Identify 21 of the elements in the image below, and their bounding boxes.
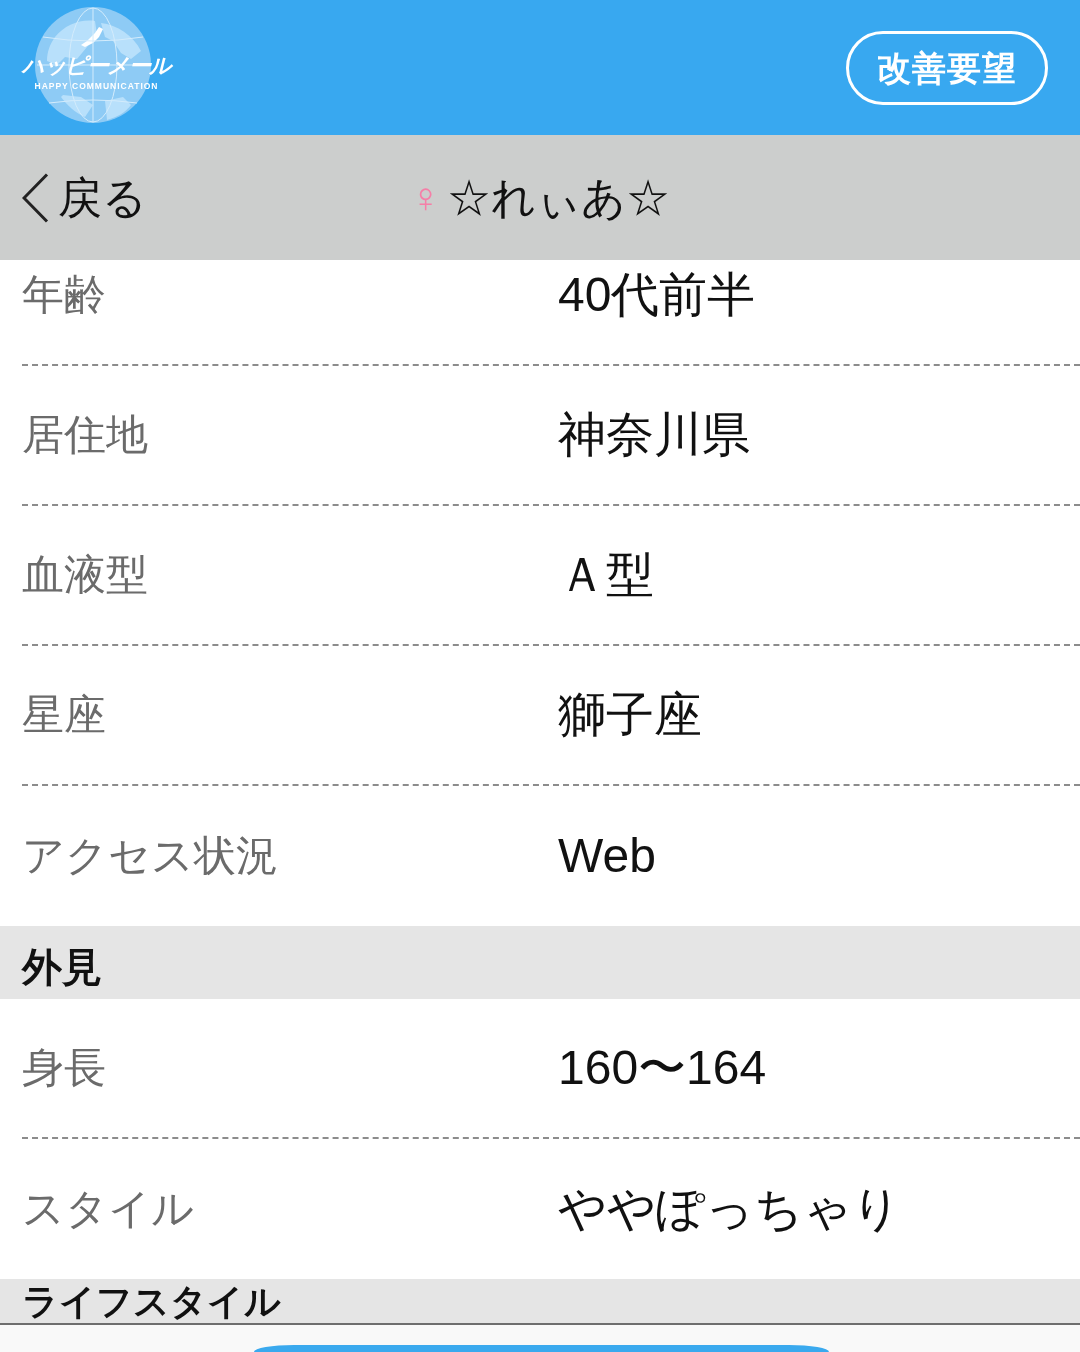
field-value: 40代前半: [558, 268, 756, 322]
field-label: 年齢: [22, 271, 107, 319]
field-label: 居住地: [22, 411, 149, 459]
field-value: 160〜164: [558, 1041, 767, 1095]
back-link[interactable]: 戻る: [22, 172, 147, 223]
chevron-left-icon: [22, 172, 49, 223]
field-value: Ａ型: [558, 548, 654, 602]
section-heading: 外見: [0, 926, 1080, 999]
female-sign: ♀: [409, 176, 442, 219]
field-label: 身長: [22, 1044, 107, 1092]
field-label: 血液型: [22, 551, 149, 599]
field-value: 獅子座: [558, 688, 702, 742]
profile-name: ☆れぃあ☆: [447, 175, 671, 220]
field-value: Web: [558, 829, 656, 883]
logo-title: ハッピーメール: [22, 54, 171, 77]
field-label: 星座: [22, 691, 107, 739]
field-value: ややぽっちゃり: [558, 1182, 901, 1236]
field-value: 神奈川県: [558, 408, 750, 462]
field-label: スタイル: [22, 1185, 195, 1233]
section-heading: ライフスタイル: [0, 1279, 1080, 1323]
field-label: アクセス状況: [22, 832, 279, 880]
